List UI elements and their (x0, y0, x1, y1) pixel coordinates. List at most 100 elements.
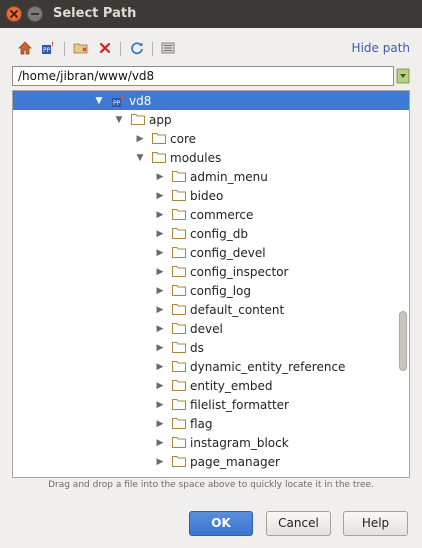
expanded-arrow-icon[interactable]: ▼ (113, 115, 125, 125)
tree-item-label: dynamic_entity_reference (190, 359, 346, 374)
tree-row-app[interactable]: ▼ app (13, 110, 409, 129)
folder-icon (172, 361, 186, 372)
tree-row-root[interactable]: ▼ PP vd8 (13, 91, 409, 110)
collapsed-arrow-icon[interactable]: ▶ (154, 324, 166, 334)
tree-row-module[interactable]: ▶ bideo (13, 186, 409, 205)
tree-row-module[interactable]: ▶ default_content (13, 300, 409, 319)
title-bar: Select Path (0, 0, 422, 28)
minimize-window-button[interactable] (27, 6, 43, 22)
window-title: Select Path (53, 6, 137, 21)
folder-icon (172, 266, 186, 277)
folder-icon (172, 437, 186, 448)
folder-icon (152, 133, 166, 144)
tree-item-label: core (170, 131, 196, 146)
tree-row-module[interactable]: ▶ dynamic_entity_reference (13, 357, 409, 376)
folder-icon (172, 171, 186, 182)
collapsed-arrow-icon[interactable]: ▶ (154, 419, 166, 429)
collapsed-arrow-icon[interactable]: ▶ (154, 191, 166, 201)
tree-item-label: flag (190, 416, 213, 431)
expanded-arrow-icon[interactable]: ▼ (93, 96, 105, 106)
directory-tree[interactable]: ▼ PP vd8 ▼ app ▶ core ▼ modules ▶ admin_m… (12, 90, 410, 478)
tree-row-modules[interactable]: ▼ modules (13, 148, 409, 167)
tree-row-module[interactable]: ▶ config_log (13, 281, 409, 300)
folder-icon (172, 190, 186, 201)
collapsed-arrow-icon[interactable]: ▶ (154, 438, 166, 448)
collapsed-arrow-icon[interactable]: ▶ (154, 267, 166, 277)
tree-row-module[interactable]: ▶ ds (13, 338, 409, 357)
expanded-arrow-icon[interactable]: ▼ (134, 153, 146, 163)
collapsed-arrow-icon[interactable]: ▶ (154, 172, 166, 182)
tree-item-label: instagram_block (190, 435, 289, 450)
toolbar-separator (152, 42, 153, 56)
hide-path-link[interactable]: Hide path (352, 41, 410, 55)
folder-icon (172, 304, 186, 315)
folder-icon (172, 380, 186, 391)
ok-button[interactable]: OK (189, 511, 253, 536)
tree-item-label: app (149, 112, 172, 127)
tree-item-label: modules (170, 150, 222, 165)
collapsed-arrow-icon[interactable]: ▶ (154, 305, 166, 315)
delete-icon[interactable] (97, 40, 113, 56)
tree-row-module[interactable]: ▶ config_inspector (13, 262, 409, 281)
toolbar: PP Hide path (0, 36, 422, 62)
tree-row-module[interactable]: ▶ instagram_block (13, 433, 409, 452)
path-history-icon[interactable] (396, 68, 410, 84)
close-window-button[interactable] (6, 6, 22, 22)
tree-row-module[interactable]: ▶ page_manager (13, 452, 409, 471)
tree-item-label: bideo (190, 188, 224, 203)
vertical-scrollbar[interactable] (399, 311, 407, 371)
folder-icon (172, 228, 186, 239)
project-icon[interactable]: PP (41, 40, 57, 56)
tree-item-label: config_log (190, 283, 252, 298)
collapsed-arrow-icon[interactable]: ▶ (154, 248, 166, 258)
tree-row-module[interactable]: ▶ flag (13, 414, 409, 433)
folder-icon (172, 247, 186, 258)
tree-item-label: devel (190, 321, 223, 336)
tree-item-label: vd8 (129, 93, 152, 108)
folder-icon (172, 456, 186, 467)
collapsed-arrow-icon[interactable]: ▶ (134, 134, 146, 144)
collapsed-arrow-icon[interactable]: ▶ (154, 381, 166, 391)
tree-row-module[interactable]: ▶ config_db (13, 224, 409, 243)
collapsed-arrow-icon[interactable]: ▶ (154, 210, 166, 220)
folder-icon (172, 418, 186, 429)
folder-icon (172, 399, 186, 410)
select-path-dialog: Select Path PP Hide path /home/jibran/ww… (0, 0, 422, 548)
tree-row-module[interactable]: ▶ filelist_formatter (13, 395, 409, 414)
cancel-button[interactable]: Cancel (266, 511, 331, 536)
tree-row-core[interactable]: ▶ core (13, 129, 409, 148)
tree-row-module[interactable]: ▶ commerce (13, 205, 409, 224)
collapsed-arrow-icon[interactable]: ▶ (154, 362, 166, 372)
path-input[interactable]: /home/jibran/www/vd8 (12, 66, 394, 86)
folder-icon (152, 152, 166, 163)
collapsed-arrow-icon[interactable]: ▶ (154, 343, 166, 353)
project-icon: PP (111, 93, 127, 109)
folder-icon (131, 114, 145, 125)
new-folder-icon[interactable] (73, 40, 89, 56)
collapsed-arrow-icon[interactable]: ▶ (154, 229, 166, 239)
home-icon[interactable] (17, 40, 33, 56)
refresh-icon[interactable] (129, 40, 145, 56)
collapsed-arrow-icon[interactable]: ▶ (154, 286, 166, 296)
folder-icon (172, 285, 186, 296)
collapsed-arrow-icon[interactable]: ▶ (154, 457, 166, 467)
drag-drop-hint: Drag and drop a file into the space abov… (48, 480, 374, 490)
show-hidden-icon[interactable] (160, 40, 176, 56)
svg-text:PP: PP (113, 100, 121, 107)
tree-row-module[interactable]: ▶ admin_menu (13, 167, 409, 186)
tree-row-module[interactable]: ▶ config_devel (13, 243, 409, 262)
tree-item-label: default_content (190, 302, 285, 317)
tree-row-module[interactable]: ▶ devel (13, 319, 409, 338)
tree-item-label: admin_menu (190, 169, 268, 184)
tree-item-label: ds (190, 340, 204, 355)
svg-text:PP: PP (43, 47, 51, 54)
tree-row-module[interactable]: ▶ entity_embed (13, 376, 409, 395)
help-button[interactable]: Help (343, 511, 408, 536)
folder-icon (172, 342, 186, 353)
collapsed-arrow-icon[interactable]: ▶ (154, 400, 166, 410)
tree-item-label: config_devel (190, 245, 266, 260)
tree-item-label: page_manager (190, 454, 280, 469)
tree-item-label: filelist_formatter (190, 397, 289, 412)
toolbar-separator (64, 42, 65, 56)
tree-item-label: commerce (190, 207, 254, 222)
